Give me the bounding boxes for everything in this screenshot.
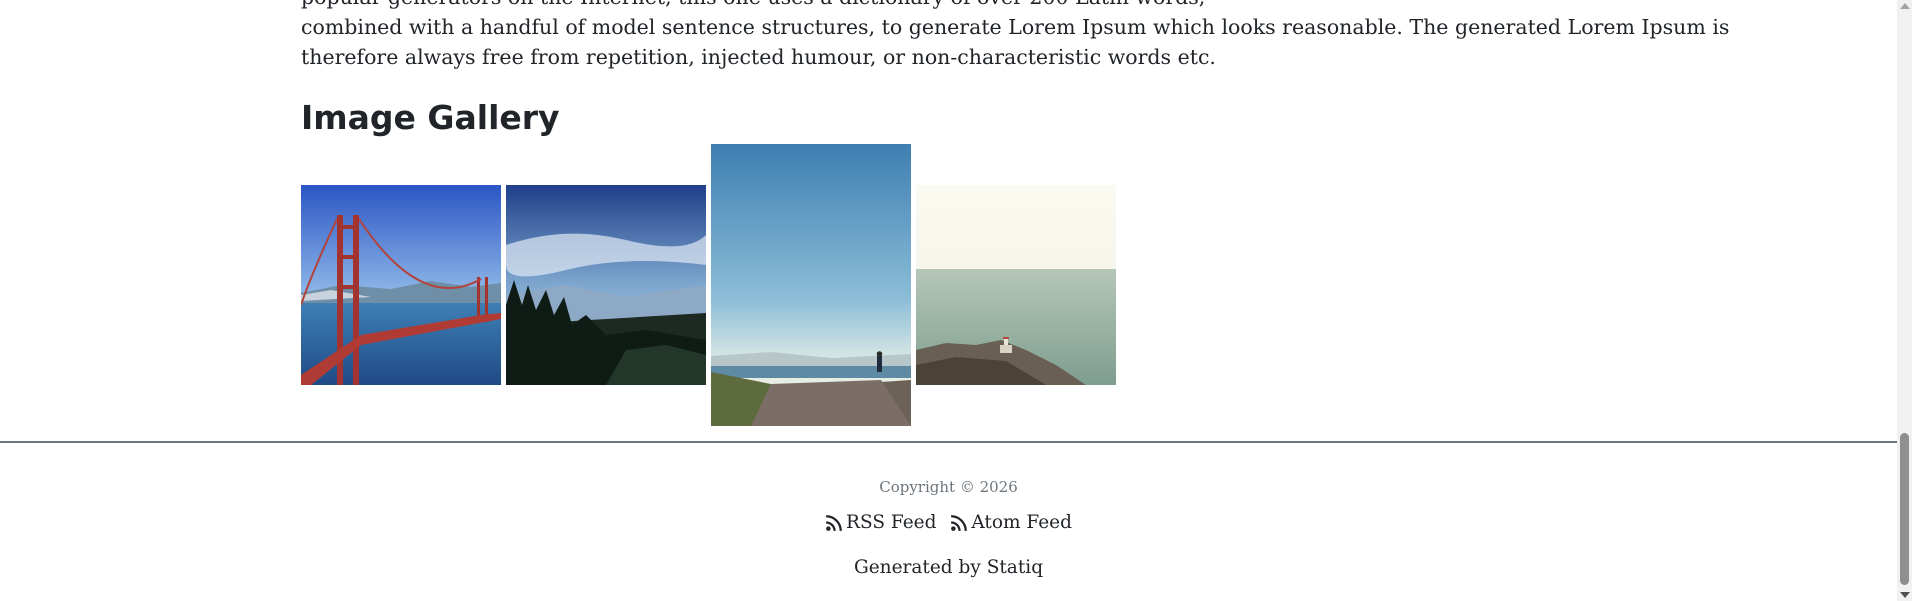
gallery-image-road[interactable]	[711, 144, 911, 426]
gallery-image-lighthouse[interactable]	[916, 185, 1116, 385]
gallery-image-forest[interactable]	[506, 185, 706, 385]
rss-icon	[951, 514, 968, 531]
image-gallery	[301, 144, 1121, 428]
footer-divider	[0, 441, 1897, 443]
gallery-heading: Image Gallery	[301, 98, 560, 137]
page: popular generators on the Internet, this…	[0, 0, 1897, 601]
statiq-link[interactable]: Statiq	[987, 557, 1043, 578]
vertical-scrollbar[interactable]	[1897, 0, 1912, 601]
rss-feed-label: RSS Feed	[846, 512, 937, 533]
article-paragraph: popular generators on the Internet, this…	[301, 0, 1730, 72]
scroll-up-arrow-icon[interactable]	[1900, 3, 1910, 9]
gallery-image-golden-gate[interactable]	[301, 185, 501, 385]
paragraph-line: combined with a handful of model sentenc…	[301, 15, 1730, 39]
scroll-thumb[interactable]	[1900, 433, 1909, 585]
copyright-text: Copyright © 2026	[879, 478, 1018, 496]
generated-by: Generated by Statiq	[0, 557, 1897, 578]
paragraph-line: therefore always free from repetition, i…	[301, 45, 1216, 69]
rss-feed-link[interactable]: RSS Feed	[825, 512, 936, 533]
paragraph-line: popular generators on the Internet, this…	[301, 0, 1601, 12]
atom-feed-link[interactable]: Atom Feed	[950, 512, 1072, 533]
generated-prefix: Generated by	[853, 557, 987, 578]
rss-icon	[826, 514, 842, 531]
feed-links: RSS Feed Atom Feed	[0, 512, 1897, 537]
scroll-down-arrow-icon[interactable]	[1900, 592, 1910, 598]
atom-feed-label: Atom Feed	[971, 512, 1072, 533]
